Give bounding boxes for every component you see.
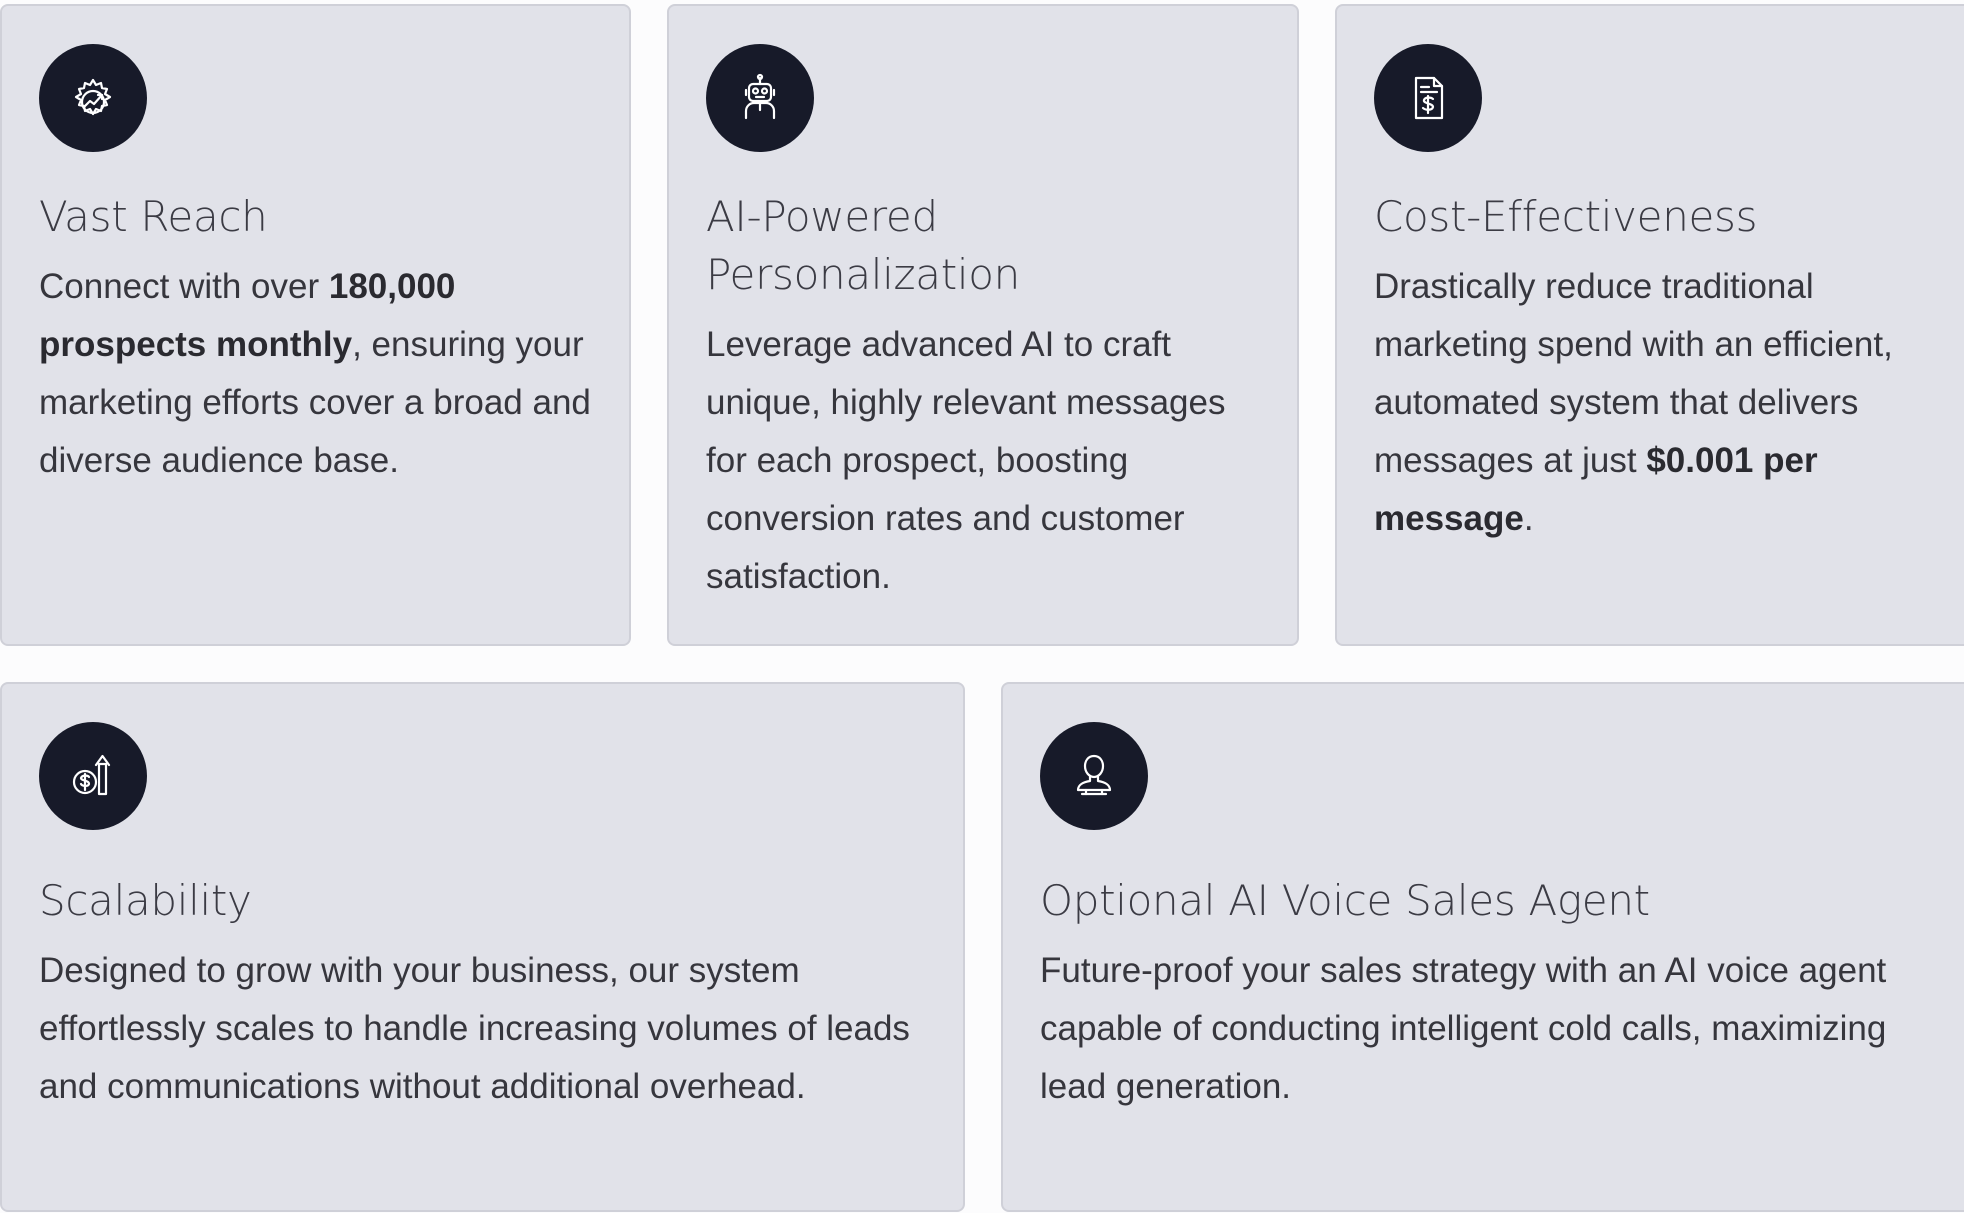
card-title: Scalability xyxy=(39,876,252,925)
feature-card-vast-reach: Vast Reach Connect with over 180,000 pro… xyxy=(0,4,631,646)
card-description: Drastically reduce traditional marketing… xyxy=(1374,267,1893,538)
feature-card-scalability: Scalability Designed to grow with your b… xyxy=(0,682,965,1212)
card-title: Cost-Effectiveness xyxy=(1374,192,1758,241)
card-title: Vast Reach xyxy=(39,192,268,241)
robot-icon xyxy=(706,44,814,152)
person-bust-icon xyxy=(1040,722,1148,830)
feature-card-cost-effectiveness: Cost-Effectiveness Drastically reduce tr… xyxy=(1335,4,1964,646)
card-description: Connect with over 180,000 prospects mont… xyxy=(39,267,591,480)
coin-arrow-up-icon xyxy=(39,722,147,830)
card-title: Optional AI Voice Sales Agent xyxy=(1040,876,1650,925)
card-title: AI-Powered Personalization xyxy=(706,192,1020,299)
gear-growth-icon xyxy=(39,44,147,152)
feature-card-ai-voice-agent: Optional AI Voice Sales Agent Future-pro… xyxy=(1001,682,1964,1212)
card-description: Future-proof your sales strategy with an… xyxy=(1040,951,1887,1106)
card-description: Leverage advanced AI to craft unique, hi… xyxy=(706,325,1226,596)
feature-card-ai-personalization: AI-Powered Personalization Leverage adva… xyxy=(667,4,1299,646)
invoice-dollar-icon xyxy=(1374,44,1482,152)
card-description: Designed to grow with your business, our… xyxy=(39,951,910,1106)
